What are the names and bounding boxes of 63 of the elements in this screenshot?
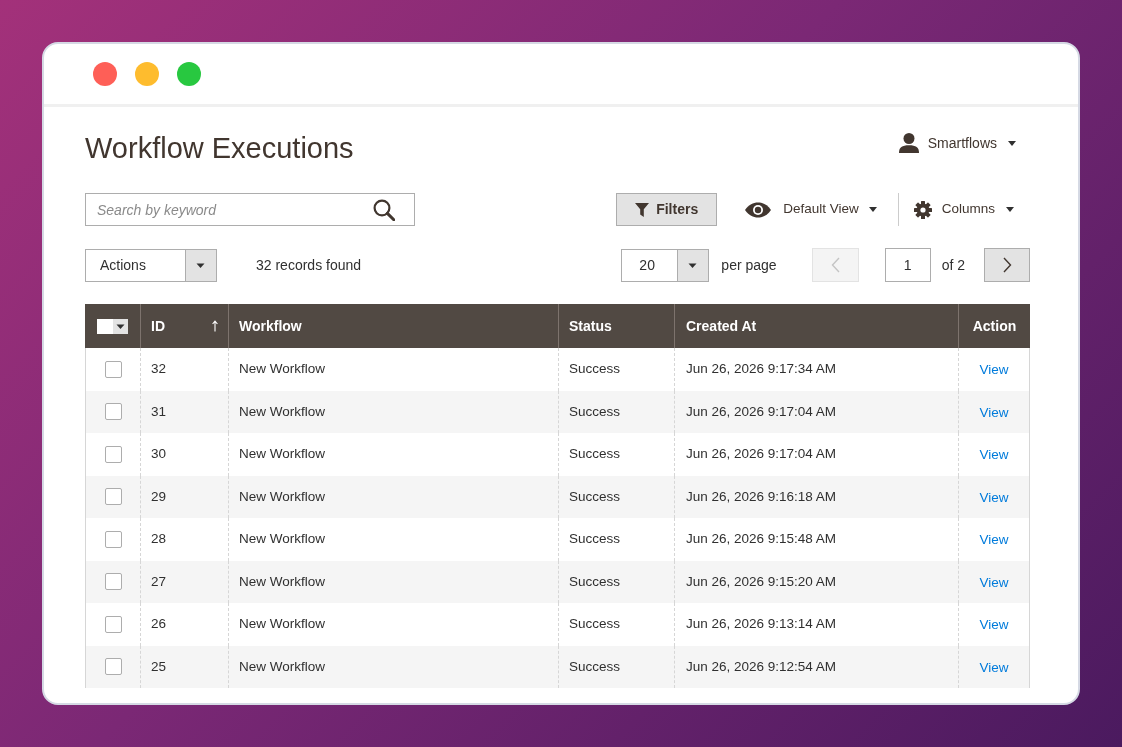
view-link[interactable]: View: [979, 615, 1009, 636]
view-link[interactable]: View: [979, 360, 1009, 381]
table-cell: New Workflow: [228, 433, 558, 476]
row-checkbox[interactable]: [104, 445, 122, 463]
maximize-icon[interactable]: [177, 62, 201, 86]
next-page-button[interactable]: [984, 248, 1030, 282]
caret-icon: [1008, 140, 1016, 146]
chevron-right-icon: [1002, 257, 1012, 273]
table-cell: 25: [140, 645, 228, 688]
user-icon: [898, 133, 919, 153]
table-cell: Jun 26, 2026 9:17:04 AM: [674, 433, 958, 476]
eye-icon: [745, 201, 772, 218]
select-all-checkbox[interactable]: [97, 318, 113, 334]
table-cell: New Workflow: [228, 603, 558, 646]
table-cell: Jun 26, 2026 9:12:54 AM: [674, 645, 958, 688]
row-checkbox[interactable]: [104, 530, 122, 548]
table-cell: Success: [558, 518, 674, 561]
table-cell: 28: [140, 518, 228, 561]
view-dropdown[interactable]: Default View: [745, 199, 877, 220]
chevron-left-icon: [830, 257, 840, 273]
table-cell: 30: [140, 433, 228, 476]
table-cell: New Workflow: [228, 645, 558, 688]
filter-icon: [635, 202, 650, 217]
table-cell: Jun 26, 2026 9:13:14 AM: [674, 603, 958, 646]
table-cell: Success: [558, 433, 674, 476]
per-page-label: per page: [721, 255, 777, 275]
row-checkbox[interactable]: [104, 658, 122, 676]
filters-button[interactable]: Filters: [616, 193, 718, 226]
caret-icon: [868, 207, 877, 212]
table-cell: New Workflow: [228, 518, 558, 561]
actions-select[interactable]: Actions: [85, 248, 217, 282]
table-cell: 26: [140, 603, 228, 646]
row-checkbox[interactable]: [104, 403, 122, 421]
minimize-icon[interactable]: [135, 62, 159, 86]
view-link[interactable]: View: [979, 402, 1009, 423]
table-cell: Success: [558, 348, 674, 391]
row-checkbox[interactable]: [104, 360, 122, 378]
table-cell: Success: [558, 645, 674, 688]
table-cell: Success: [558, 603, 674, 646]
search-field[interactable]: Search by keyword: [85, 193, 415, 226]
page-total: of 2: [941, 255, 965, 275]
view-link[interactable]: View: [979, 530, 1009, 551]
user-menu[interactable]: Smartflows: [898, 130, 1016, 156]
records-count: 32 records found: [256, 255, 362, 275]
row-checkbox[interactable]: [104, 488, 122, 506]
search-icon[interactable]: [373, 199, 395, 221]
gear-icon: [913, 200, 932, 219]
table-cell: Jun 26, 2026 9:15:48 AM: [674, 518, 958, 561]
table-cell: Jun 26, 2026 9:17:34 AM: [674, 348, 958, 391]
row-checkbox[interactable]: [104, 573, 122, 591]
columns-dropdown[interactable]: Columns: [913, 199, 1014, 220]
table-cell: 32: [140, 348, 228, 391]
view-link[interactable]: View: [979, 445, 1009, 466]
row-checkbox[interactable]: [104, 615, 122, 633]
view-link[interactable]: View: [979, 487, 1009, 508]
view-link[interactable]: View: [979, 657, 1009, 678]
page-input[interactable]: 1: [884, 248, 931, 282]
per-page-select[interactable]: 20: [621, 248, 710, 282]
view-link[interactable]: View: [979, 572, 1009, 593]
close-icon[interactable]: [93, 62, 117, 86]
page-title: Workflow Executions: [85, 131, 354, 166]
caret-icon: [1006, 207, 1014, 212]
table-cell: New Workflow: [228, 348, 558, 391]
